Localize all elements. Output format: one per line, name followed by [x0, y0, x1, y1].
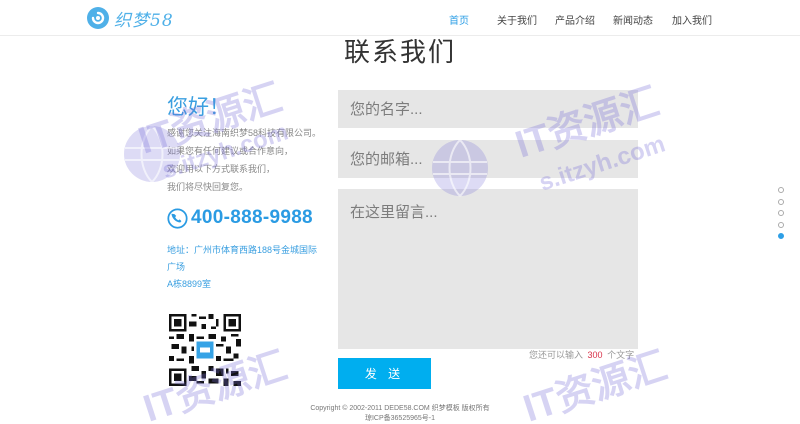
pager-dot[interactable]: [778, 198, 784, 205]
intro-line: 感谢您关注海南织梦58科技有限公司。: [167, 128, 322, 138]
main-nav: 首页 关于我们 产品介绍 新闻动态 加入我们: [0, 12, 800, 27]
section-pager: [778, 187, 786, 245]
site-header: 织梦58 首页 关于我们 产品介绍 新闻动态 加入我们: [0, 0, 800, 36]
phone-contact: 400-888-9988: [167, 207, 313, 229]
address-line: A栋8899室: [167, 279, 212, 289]
address-line: 地址：广州市体育西路188号金城国际: [167, 245, 318, 255]
pager-dot[interactable]: [778, 210, 784, 216]
nav-products[interactable]: 产品介绍: [555, 12, 595, 27]
site-footer: Copyright © 2002-2011 DEDE58.COM 织梦模板 版权…: [0, 404, 800, 424]
pager-dot-active[interactable]: [778, 233, 784, 239]
nav-about[interactable]: 关于我们: [497, 12, 537, 27]
counter-prefix: 您还可以输入: [529, 350, 584, 360]
pager-dot[interactable]: [778, 221, 784, 228]
pager-dot[interactable]: [778, 187, 784, 193]
nav-join[interactable]: 加入我们: [672, 12, 712, 27]
counter-value: 300: [587, 350, 603, 360]
section-title: 联系我们: [343, 37, 456, 67]
copyright-text: Copyright © 2002-2011 DEDE58.COM 织梦模板 版权…: [310, 405, 490, 412]
intro-line: 如果您有任何建议或合作意向，: [167, 146, 294, 156]
char-counter: 您还可以输入 300 个文字: [529, 348, 634, 361]
nav-news[interactable]: 新闻动态: [613, 12, 653, 27]
icp-text: 琼ICP备36525965号-1: [364, 415, 436, 422]
intro-text: 感谢您关注海南织梦58科技有限公司。 如果您有任何建议或合作意向， 欢迎用以下方…: [167, 124, 357, 196]
address-text: 地址：广州市体育西路188号金城国际 广场 A栋8899室: [167, 242, 332, 293]
greeting-heading: 您好！: [167, 96, 230, 119]
qr-code-image: [169, 314, 241, 386]
send-button[interactable]: 发 送: [338, 358, 431, 389]
message-textarea[interactable]: [338, 189, 638, 349]
intro-line: 我们将尽快回复您。: [167, 182, 249, 192]
intro-line: 欢迎用以下方式联系我们，: [167, 164, 276, 174]
name-input[interactable]: [338, 90, 638, 128]
counter-suffix: 个文字: [607, 350, 635, 360]
email-input[interactable]: [338, 140, 638, 178]
address-line: 广场: [167, 262, 186, 272]
nav-home[interactable]: 首页: [449, 12, 469, 27]
phone-number[interactable]: 400-888-9988: [191, 207, 313, 229]
phone-icon: [167, 207, 188, 229]
